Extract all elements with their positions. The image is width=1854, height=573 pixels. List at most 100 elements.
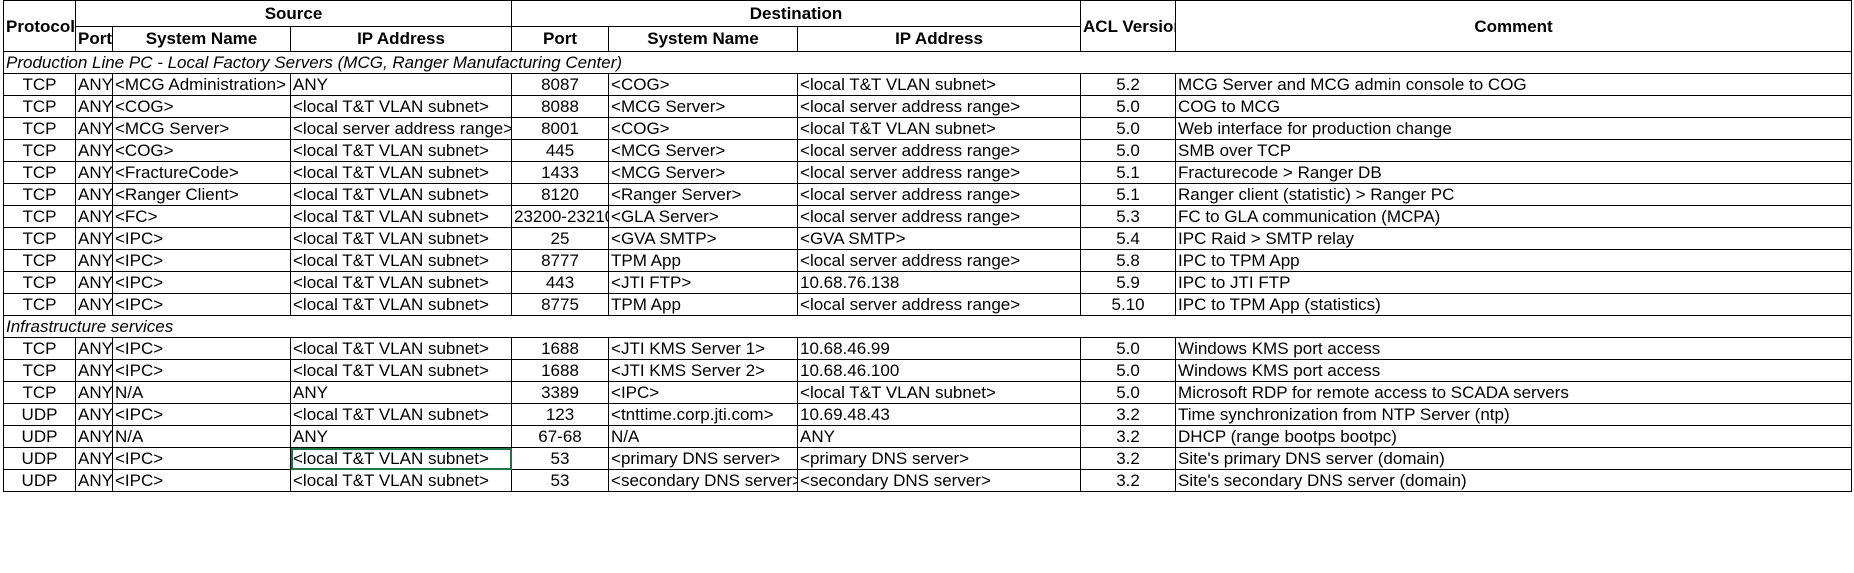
comment-cell[interactable]: IPC to TPM App (statistics) bbox=[1175, 293, 1853, 316]
destination-port-cell[interactable]: 67-68 bbox=[511, 425, 610, 448]
destination-system-name-cell[interactable]: <COG> bbox=[608, 73, 799, 96]
destination-port-cell[interactable]: 25 bbox=[511, 227, 610, 250]
destination-port-cell[interactable]: 1688 bbox=[511, 359, 610, 382]
destination-system-name-cell[interactable]: <COG> bbox=[608, 117, 799, 140]
destination-system-name-cell[interactable]: <tnttime.corp.jti.com> bbox=[608, 403, 799, 426]
source-ip-address-cell[interactable]: ANY bbox=[289, 73, 513, 96]
source-port-cell[interactable]: ANY bbox=[75, 469, 113, 492]
destination-system-name-cell[interactable]: <GVA SMTP> bbox=[608, 227, 799, 250]
source-port-cell[interactable]: ANY bbox=[75, 183, 113, 206]
comment-cell[interactable]: Fracturecode > Ranger DB bbox=[1175, 161, 1853, 184]
comment-cell[interactable]: Windows KMS port access bbox=[1175, 337, 1853, 360]
destination-header[interactable]: Destination bbox=[511, 0, 1082, 27]
destination-system-name-cell[interactable]: <MCG Server> bbox=[608, 161, 799, 184]
protocol-cell[interactable]: TCP bbox=[3, 183, 76, 206]
comment-cell[interactable]: Windows KMS port access bbox=[1175, 359, 1853, 382]
protocol-cell[interactable]: TCP bbox=[3, 205, 76, 228]
source-port-cell[interactable]: ANY bbox=[75, 249, 113, 272]
acl-version-cell[interactable]: 3.2 bbox=[1080, 447, 1177, 470]
acl-version-cell[interactable]: 5.1 bbox=[1080, 183, 1177, 206]
comment-cell[interactable]: SMB over TCP bbox=[1175, 139, 1853, 162]
protocol-cell[interactable]: TCP bbox=[3, 227, 76, 250]
destination-ip-address-cell[interactable]: <secondary DNS server> bbox=[797, 469, 1082, 492]
protocol-cell[interactable]: TCP bbox=[3, 73, 76, 96]
destination-port-cell[interactable]: 53 bbox=[511, 469, 610, 492]
destination-system-name-cell[interactable]: <IPC> bbox=[608, 381, 799, 404]
source-system-name-cell[interactable]: <IPC> bbox=[112, 403, 291, 426]
source-system-name-cell[interactable]: <IPC> bbox=[112, 293, 291, 316]
comment-cell[interactable]: Site's primary DNS server (domain) bbox=[1175, 447, 1853, 470]
protocol-header[interactable]: Protocol bbox=[3, 0, 76, 52]
source-port-cell[interactable]: ANY bbox=[75, 227, 113, 250]
destination-ip-address-cell[interactable]: 10.68.46.99 bbox=[797, 337, 1082, 360]
source-ip-address-cell[interactable]: <local T&T VLAN subnet> bbox=[289, 271, 513, 294]
destination-port-header[interactable]: Port bbox=[511, 26, 610, 52]
destination-system-name-cell[interactable]: <GLA Server> bbox=[608, 205, 799, 228]
destination-system-name-header[interactable]: System Name bbox=[608, 26, 799, 52]
source-system-name-cell[interactable]: <FC> bbox=[112, 205, 291, 228]
source-ip-address-cell[interactable]: <local T&T VLAN subnet> bbox=[289, 249, 513, 272]
source-ip-address-cell[interactable]: <local T&T VLAN subnet> bbox=[289, 95, 513, 118]
source-port-cell[interactable]: ANY bbox=[75, 95, 113, 118]
source-port-cell[interactable]: ANY bbox=[75, 359, 113, 382]
source-ip-address-cell[interactable]: <local T&T VLAN subnet> bbox=[289, 139, 513, 162]
acl-version-cell[interactable]: 5.4 bbox=[1080, 227, 1177, 250]
protocol-cell[interactable]: TCP bbox=[3, 381, 76, 404]
source-system-name-header[interactable]: System Name bbox=[112, 26, 291, 52]
protocol-cell[interactable]: UDP bbox=[3, 425, 76, 448]
source-port-cell[interactable]: ANY bbox=[75, 205, 113, 228]
source-ip-address-cell[interactable]: <local T&T VLAN subnet> bbox=[289, 227, 513, 250]
destination-port-cell[interactable]: 8775 bbox=[511, 293, 610, 316]
source-port-cell[interactable]: ANY bbox=[75, 293, 113, 316]
comment-cell[interactable]: IPC to TPM App bbox=[1175, 249, 1853, 272]
acl-version-cell[interactable]: 5.2 bbox=[1080, 73, 1177, 96]
acl-version-cell[interactable]: 5.0 bbox=[1080, 359, 1177, 382]
source-system-name-cell[interactable]: <IPC> bbox=[112, 337, 291, 360]
destination-system-name-cell[interactable]: <Ranger Server> bbox=[608, 183, 799, 206]
source-system-name-cell[interactable]: <IPC> bbox=[112, 271, 291, 294]
source-system-name-cell[interactable]: <IPC> bbox=[112, 359, 291, 382]
destination-port-cell[interactable]: 8088 bbox=[511, 95, 610, 118]
comment-cell[interactable]: DHCP (range bootps bootpc) bbox=[1175, 425, 1853, 448]
source-port-cell[interactable]: ANY bbox=[75, 117, 113, 140]
source-header[interactable]: Source bbox=[74, 0, 513, 27]
destination-port-cell[interactable]: 53 bbox=[511, 447, 610, 470]
acl-version-cell[interactable]: 5.0 bbox=[1080, 337, 1177, 360]
destination-system-name-cell[interactable]: <MCG Server> bbox=[608, 95, 799, 118]
source-ip-address-cell[interactable]: ANY bbox=[289, 425, 513, 448]
source-system-name-cell[interactable]: <COG> bbox=[112, 95, 291, 118]
source-ip-address-cell[interactable]: <local T&T VLAN subnet> bbox=[289, 359, 513, 382]
source-ip-address-cell[interactable]: <local server address range> bbox=[289, 117, 513, 140]
source-port-cell[interactable]: ANY bbox=[75, 161, 113, 184]
comment-cell[interactable]: Site's secondary DNS server (domain) bbox=[1175, 469, 1853, 492]
source-system-name-cell[interactable]: <IPC> bbox=[112, 249, 291, 272]
source-ip-address-cell[interactable]: <local T&T VLAN subnet> bbox=[289, 161, 513, 184]
source-ip-address-header[interactable]: IP Address bbox=[289, 26, 513, 52]
source-port-cell[interactable]: ANY bbox=[75, 337, 113, 360]
destination-system-name-cell[interactable]: N/A bbox=[608, 425, 799, 448]
destination-ip-address-cell[interactable]: <local server address range> bbox=[797, 161, 1082, 184]
destination-system-name-cell[interactable]: <secondary DNS server> bbox=[608, 469, 799, 492]
source-system-name-cell[interactable]: <COG> bbox=[112, 139, 291, 162]
protocol-cell[interactable]: TCP bbox=[3, 337, 76, 360]
source-port-cell[interactable]: ANY bbox=[75, 73, 113, 96]
comment-cell[interactable]: FC to GLA communication (MCPA) bbox=[1175, 205, 1853, 228]
source-ip-address-cell[interactable]: <local T&T VLAN subnet> bbox=[289, 469, 513, 492]
destination-port-cell[interactable]: 8120 bbox=[511, 183, 610, 206]
destination-system-name-cell[interactable]: TPM App bbox=[608, 293, 799, 316]
source-system-name-cell[interactable]: N/A bbox=[112, 425, 291, 448]
comment-cell[interactable]: MCG Server and MCG admin console to COG bbox=[1175, 73, 1853, 96]
destination-system-name-cell[interactable]: <JTI FTP> bbox=[608, 271, 799, 294]
destination-ip-address-header[interactable]: IP Address bbox=[797, 26, 1082, 52]
destination-port-cell[interactable]: 1433 bbox=[511, 161, 610, 184]
acl-version-cell[interactable]: 5.0 bbox=[1080, 381, 1177, 404]
source-port-cell[interactable]: ANY bbox=[75, 139, 113, 162]
destination-ip-address-cell[interactable]: <local server address range> bbox=[797, 249, 1082, 272]
protocol-cell[interactable]: TCP bbox=[3, 293, 76, 316]
destination-ip-address-cell[interactable]: <local T&T VLAN subnet> bbox=[797, 73, 1082, 96]
source-port-header[interactable]: Port bbox=[75, 26, 113, 52]
source-port-cell[interactable]: ANY bbox=[75, 381, 113, 404]
protocol-cell[interactable]: TCP bbox=[3, 117, 76, 140]
acl-version-header[interactable]: ACL Version bbox=[1080, 0, 1177, 52]
acl-version-cell[interactable]: 3.2 bbox=[1080, 425, 1177, 448]
